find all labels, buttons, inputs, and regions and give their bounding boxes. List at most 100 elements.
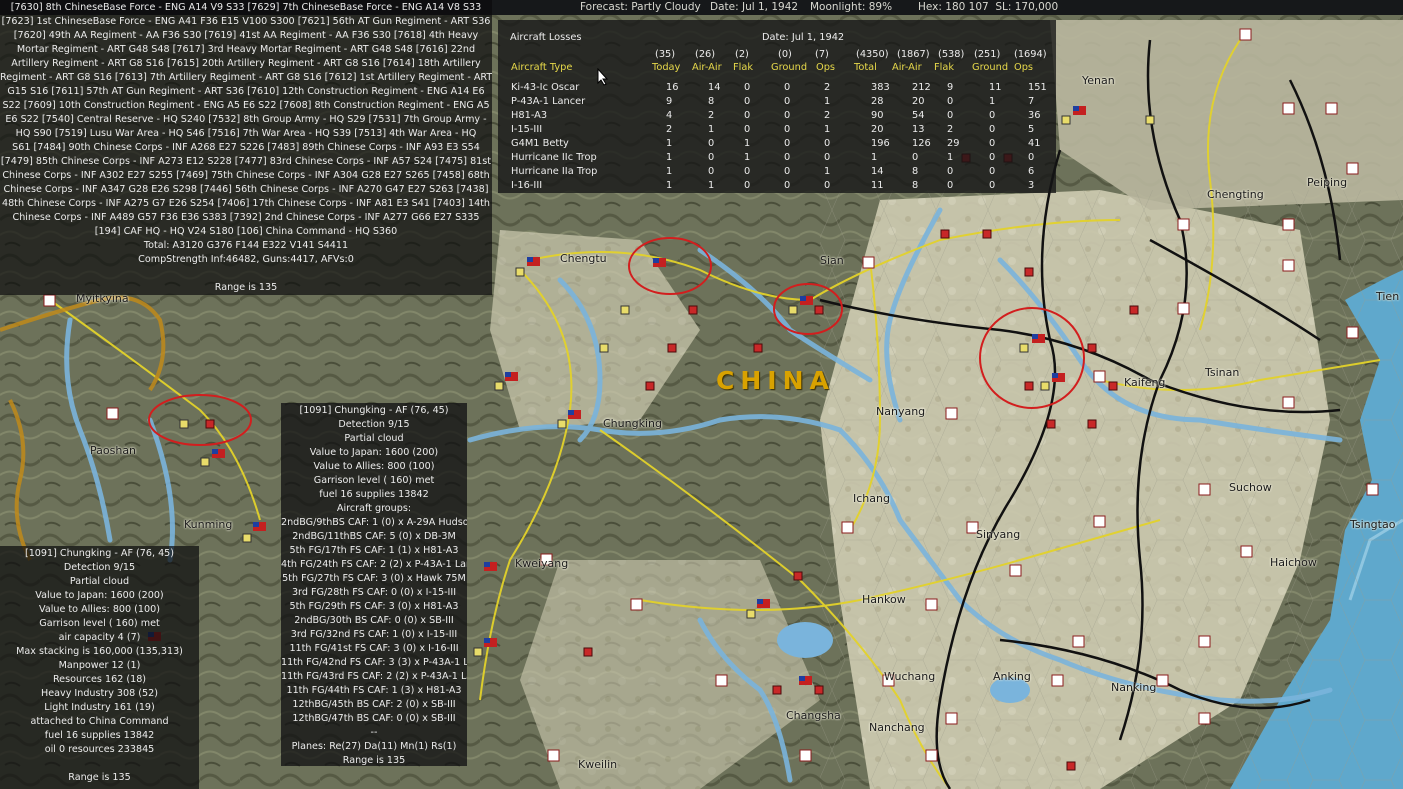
city-label-chengting: Chengting xyxy=(1207,188,1264,201)
city-label-kweiyang: Kweiyang xyxy=(515,557,569,570)
loss-cell: 0 xyxy=(744,110,751,121)
city-label-haichow: Haichow xyxy=(1270,556,1317,569)
base-info-line: Detection 9/15 xyxy=(338,419,410,430)
unit-line: [7620] 49th AA Regiment - AA F36 S30 [76… xyxy=(13,30,479,41)
loss-cell: 0 xyxy=(784,180,791,191)
loss-cell: 383 xyxy=(871,82,890,93)
loss-cell: 0 xyxy=(784,82,791,93)
loss-cell: 1 xyxy=(824,166,831,177)
loss-cell: 1 xyxy=(708,180,715,191)
city-label-yenan: Yenan xyxy=(1082,74,1115,87)
loss-cell: 14 xyxy=(708,82,721,93)
city-label-tsinan: Tsinan xyxy=(1205,366,1240,379)
base-info-line: oil 0 resources 233845 xyxy=(44,744,155,755)
loss-cell: 0 xyxy=(744,166,751,177)
loss-cell: 8 xyxy=(708,96,715,107)
hex-text: Hex: 180 107 SL: 170,000 xyxy=(918,1,1059,13)
loss-cell: 0 xyxy=(784,124,791,135)
loss-cell: 13 xyxy=(912,124,925,135)
unit-line: S61 [7484] 90th Chinese Corps - INF A268… xyxy=(12,142,480,153)
col-total-flak: Flak xyxy=(934,62,955,73)
loss-cell: 1 xyxy=(666,180,673,191)
loss-row-aircraft-type: P-43A-1 Lancer xyxy=(511,96,586,107)
unit-line: [7623] 1st ChineseBase Force - ENG A41 F… xyxy=(1,16,491,27)
city-label-nanchang: Nanchang xyxy=(869,721,925,734)
unit-range: Range is 135 xyxy=(214,282,278,293)
loss-cell: 0 xyxy=(784,110,791,121)
loss-cell: 7 xyxy=(1028,96,1035,107)
base-info-line: -- xyxy=(370,727,378,738)
base-info-line: Heavy Industry 308 (52) xyxy=(41,688,158,699)
loss-cell: 0 xyxy=(947,96,954,107)
col-today-ops: Ops xyxy=(816,62,836,73)
base-info-line: Aircraft groups: xyxy=(336,503,412,514)
city-label-suchow: Suchow xyxy=(1229,481,1272,494)
loss-cell: 16 xyxy=(666,82,679,93)
loss-cell: 8 xyxy=(912,180,919,191)
unit-list-panel[interactable]: [7630] 8th ChineseBase Force - ENG A14 V… xyxy=(0,0,492,295)
base-info-line: Detection 9/15 xyxy=(63,562,136,573)
unit-line: HQ S90 [7519] Lusu War Area - HQ S46 [75… xyxy=(15,128,477,139)
city-label-chungking: Chungking xyxy=(603,417,662,430)
loss-cell: 29 xyxy=(947,138,960,149)
all-ground-total: (251) xyxy=(974,49,1001,60)
aircraft-losses-panel[interactable]: Aircraft Losses Date: Jul 1, 1942 (35) (… xyxy=(498,20,1056,193)
city-label-tien: Tien xyxy=(1376,290,1400,303)
col-total: Total xyxy=(854,62,877,73)
city-label-ichang: Ichang xyxy=(853,492,890,505)
unit-line: Mortar Regiment - ART G48 S48 [7617] 3rd… xyxy=(16,44,476,55)
loss-cell: 0 xyxy=(744,82,751,93)
base-info-line: 11th FG/44th FS CAF: 1 (3) x H81-A3 xyxy=(286,685,462,696)
city-label-nanyang: Nanyang xyxy=(876,405,926,418)
loss-cell: 90 xyxy=(871,110,884,121)
col-total-ground: Ground xyxy=(972,62,1009,73)
base-info-line: Max stacking is 160,000 (135,313) xyxy=(16,646,183,657)
city-label-kunming: Kunming xyxy=(184,518,233,531)
loss-cell: 0 xyxy=(989,180,996,191)
loss-cell: 0 xyxy=(708,152,715,163)
base-info-line: 4th FG/24th FS CAF: 2 (2) x P-43A-1 Lanc… xyxy=(281,559,467,570)
base-info-line: 11th FG/41st FS CAF: 3 (0) x I-16-III xyxy=(289,643,459,654)
loss-cell: 5 xyxy=(1028,124,1035,135)
loss-row-aircraft-type: Ki-43-Ic Oscar xyxy=(511,82,580,93)
base-info-line: 2ndBG/30th BS CAF: 0 (0) x SB-III xyxy=(294,615,454,626)
loss-cell: 0 xyxy=(824,138,831,149)
loss-row-aircraft-type: H81-A3 xyxy=(511,110,548,121)
unit-line: 48th Chinese Corps - INF A275 G7 E26 S25… xyxy=(1,198,491,209)
city-label-hankow: Hankow xyxy=(862,593,906,606)
loss-cell: 1 xyxy=(871,152,878,163)
today-flak-total: (2) xyxy=(735,49,749,60)
loss-cell: 1 xyxy=(824,124,831,135)
base-info-line: 3rd FG/32nd FS CAF: 1 (0) x I-15-III xyxy=(290,629,458,640)
base-info-line: air capacity 4 (7) xyxy=(58,632,141,643)
base-info-line: Range is 135 xyxy=(68,772,131,783)
loss-cell: 1 xyxy=(989,96,996,107)
unit-line: G15 S16 [7611] 57th AT Gun Regiment - AR… xyxy=(7,86,485,97)
loss-cell: 1 xyxy=(666,166,673,177)
city-label-paoshan: Paoshan xyxy=(90,444,137,457)
col-today-airair: Air-Air xyxy=(692,62,722,73)
loss-cell: 2 xyxy=(824,110,831,121)
loss-cell: 3 xyxy=(1028,180,1035,191)
loss-cell: 0 xyxy=(947,166,954,177)
base-info-line: Partial cloud xyxy=(69,576,130,587)
city-label-nanking: Nanking xyxy=(1111,681,1157,694)
base-info-line: Resources 162 (18) xyxy=(52,674,147,685)
base-info-line: 2ndBG/9thBS CAF: 1 (0) x A-29A Hudson xyxy=(281,517,467,528)
loss-row-aircraft-type: I-15-III xyxy=(511,124,543,135)
unit-line: [194] CAF HQ - HQ V24 S180 [106] China C… xyxy=(94,226,398,237)
loss-cell: 11 xyxy=(989,82,1002,93)
loss-cell: 1 xyxy=(744,152,751,163)
base-info-line: 5th FG/27th FS CAF: 3 (0) x Hawk 75M xyxy=(282,573,466,584)
city-label-changsha: Changsha xyxy=(786,709,841,722)
col-today-ground: Ground xyxy=(771,62,808,73)
base-info-line: Value to Japan: 1600 (200) xyxy=(309,447,439,458)
forecast-text: Forecast: Partly Cloudy xyxy=(580,1,701,13)
base-info-line: Value to Allies: 800 (100) xyxy=(313,461,435,472)
today-ops-total: (7) xyxy=(815,49,829,60)
loss-row-aircraft-type: I-16-III xyxy=(511,180,543,191)
col-total-ops: Ops xyxy=(1014,62,1034,73)
unit-line: Artillery Regiment - ART G8 S16 [7615] 2… xyxy=(11,58,481,69)
loss-cell: 0 xyxy=(784,166,791,177)
base-info-line: Range is 135 xyxy=(342,755,406,766)
